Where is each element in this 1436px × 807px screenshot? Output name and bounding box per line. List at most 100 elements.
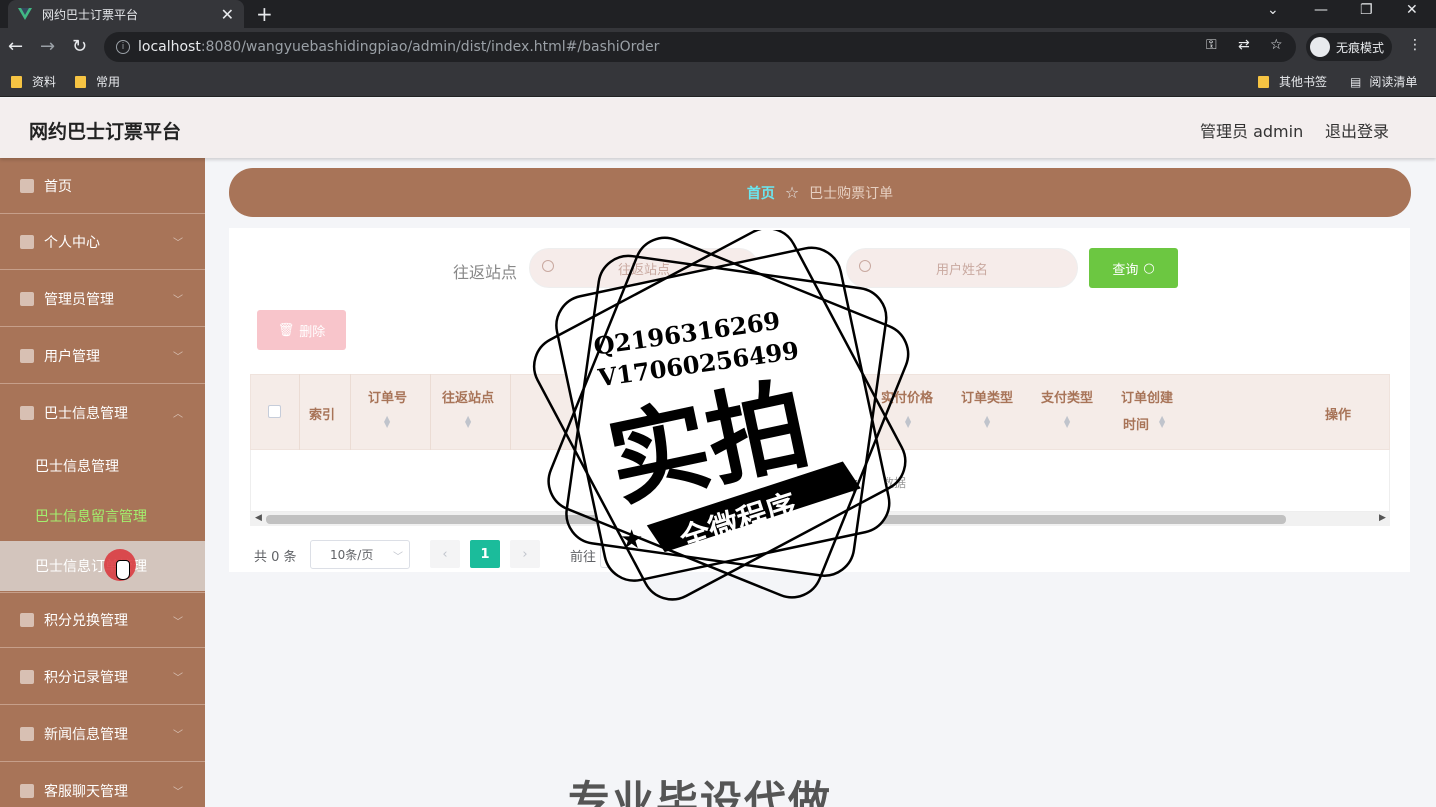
bottom-watermark: 专业毕设代做 (568, 777, 833, 807)
site-info-icon[interactable]: i (116, 40, 130, 54)
sidebar-subitem-bus-messages[interactable]: 巴士信息留言管理 (0, 491, 205, 541)
sidebar-item-profile[interactable]: 个人中心 ﹀ (0, 214, 205, 270)
search-icon (859, 260, 871, 272)
col-station[interactable]: 往返站点 (442, 387, 494, 406)
chevron-down-icon: ﹀ (173, 673, 183, 684)
sort-icon[interactable]: ▲ ▼ (465, 415, 471, 429)
close-tab-icon[interactable]: ✕ (221, 5, 234, 24)
sidebar-subitem-bus-orders[interactable]: 巴士信息订单管理 (0, 541, 205, 591)
app-title: 网约巴士订票平台 (29, 121, 182, 143)
trash-icon: 🗑 (277, 322, 295, 338)
sidebar-item-points-records[interactable]: 积分记录管理 ﹀ (0, 649, 205, 705)
forward-icon[interactable]: → (40, 36, 55, 57)
sidebar-item-news[interactable]: 新闻信息管理 ﹀ (0, 706, 205, 762)
sidebar-item-admins[interactable]: 管理员管理 ﹀ (0, 271, 205, 327)
mail-icon (20, 291, 34, 306)
page-button[interactable]: 1 (470, 540, 500, 568)
incognito-label: 无痕模式 (1336, 40, 1385, 55)
home-icon (20, 178, 34, 193)
sidebar-item-home[interactable]: 首页 (0, 158, 205, 214)
select-all-checkbox[interactable] (268, 405, 281, 418)
mic-icon (20, 613, 34, 627)
address-bar[interactable]: i localhost :8080/wangyuebashidingpiao/a… (104, 32, 1296, 62)
breadcrumb-home[interactable]: 首页 (747, 183, 775, 203)
incognito-icon (1310, 37, 1330, 57)
col-order-no[interactable]: 订单号 (368, 387, 407, 406)
sidebar-subitem-bus-info[interactable]: 巴士信息管理 (0, 441, 205, 491)
sort-icon[interactable]: ▲ ▼ (384, 415, 390, 429)
col-photo[interactable]: 照片 (584, 404, 610, 423)
page-size-value: 10条/页 (330, 548, 374, 562)
station-label: 往返站点 (453, 263, 518, 282)
menu-dots-icon[interactable]: ⋮ (1408, 37, 1422, 53)
sidebar-item-users[interactable]: 用户管理 ﹀ (0, 328, 205, 384)
grid-icon (20, 669, 34, 684)
name-placeholder: 用户姓名 (935, 262, 988, 278)
reading-list[interactable]: ▤ 阅读清单 (1350, 73, 1417, 90)
col-order-type[interactable]: 订单类型 (961, 387, 1013, 406)
sidebar-item-label: 用户管理 (44, 348, 100, 365)
sidebar-item-label: 首页 (44, 178, 72, 195)
station-search-input[interactable]: 往返站点 (529, 248, 759, 288)
query-button[interactable]: 查询 ○ (1089, 248, 1178, 288)
folder-icon (11, 75, 22, 88)
sidebar-item-chat[interactable]: 客服聊天管理 ﹀ (0, 763, 205, 807)
name-label: 用户姓名 (771, 263, 836, 282)
col-index[interactable]: 索引 (309, 404, 335, 423)
translate-icon[interactable]: ⇄ (1238, 37, 1250, 53)
station-placeholder: 往返站点 (617, 262, 670, 278)
delete-button[interactable]: 🗑 删除 (257, 310, 346, 350)
chevron-down-icon: ﹀ (173, 730, 183, 741)
col-user-name[interactable]: 用户姓名 (803, 387, 855, 406)
col-created[interactable]: 订单创建 (1121, 387, 1173, 406)
chevron-down-icon: ﹀ (173, 352, 183, 363)
new-tab-button[interactable]: + (256, 2, 273, 26)
name-search-input[interactable]: 用户姓名 (846, 248, 1078, 288)
bookmark-folder[interactable]: 常用 (75, 73, 120, 90)
close-window-icon[interactable]: ✕ (1406, 2, 1418, 18)
other-bookmarks[interactable]: 其他书签 (1258, 73, 1327, 90)
sort-icon[interactable]: ▲ ▼ (984, 415, 990, 429)
minimize-icon[interactable]: — (1314, 2, 1328, 18)
tab-search-icon[interactable]: ⌄ (1267, 2, 1279, 18)
browser-tab-bar: 网约巴士订票平台 ✕ + ⌄ — ❐ ✕ (0, 0, 1436, 28)
col-created-time[interactable]: 时间 (1123, 414, 1149, 433)
prev-page-button[interactable]: ‹ (430, 540, 460, 568)
goto-page-input[interactable]: 1 (600, 540, 646, 568)
column-divider (430, 374, 431, 450)
sort-icon[interactable]: ▲ ▼ (905, 415, 911, 429)
sidebar-item-label: 积分记录管理 (44, 669, 128, 686)
next-page-button[interactable]: › (510, 540, 540, 568)
news-icon (20, 726, 34, 741)
bookmark-folder[interactable]: 资料 (11, 73, 56, 90)
key-icon[interactable]: ⚿ (1206, 37, 1217, 53)
bookmark-label: 其他书签 (1279, 75, 1328, 89)
sidebar-item-points-exchange[interactable]: 积分兑换管理 ﹀ (0, 592, 205, 648)
folder-icon (75, 75, 86, 88)
scroll-right-icon[interactable]: ▶ (1379, 513, 1386, 523)
page-size-select[interactable]: 10条/页 ﹀ (310, 540, 410, 569)
column-divider (510, 374, 511, 450)
reload-icon[interactable]: ↻ (72, 36, 87, 57)
sort-icon[interactable]: ▲ ▼ (1159, 415, 1165, 429)
chevron-down-icon: ﹀ (173, 295, 183, 306)
incognito-indicator[interactable]: 无痕模式 (1306, 33, 1393, 61)
col-paid-price[interactable]: 实付价格 (881, 387, 933, 406)
col-pay-type[interactable]: 支付类型 (1041, 387, 1093, 406)
reading-list-icon: ▤ (1350, 74, 1362, 89)
scroll-left-icon[interactable]: ◀ (255, 513, 262, 523)
logout-link[interactable]: 退出登录 (1325, 118, 1389, 142)
sort-icon[interactable]: ▲ ▼ (1064, 415, 1070, 429)
back-icon[interactable]: ← (8, 36, 23, 57)
vue-logo-icon (18, 8, 32, 20)
scrollbar-thumb[interactable] (266, 515, 1286, 524)
table-header (250, 374, 1390, 450)
browser-tab[interactable]: 网约巴士订票平台 ✕ (8, 0, 244, 28)
sidebar-item-bus-info[interactable]: 巴士信息管理 ︿ (0, 385, 205, 441)
sidebar-item-label: 巴士信息管理 (44, 406, 128, 422)
chat-icon (20, 784, 34, 798)
sidebar-item-label: 管理员管理 (44, 291, 114, 308)
col-actions: 操作 (1325, 408, 1352, 423)
star-bookmark-icon[interactable]: ☆ (1270, 37, 1283, 53)
restore-icon[interactable]: ❐ (1360, 2, 1373, 18)
